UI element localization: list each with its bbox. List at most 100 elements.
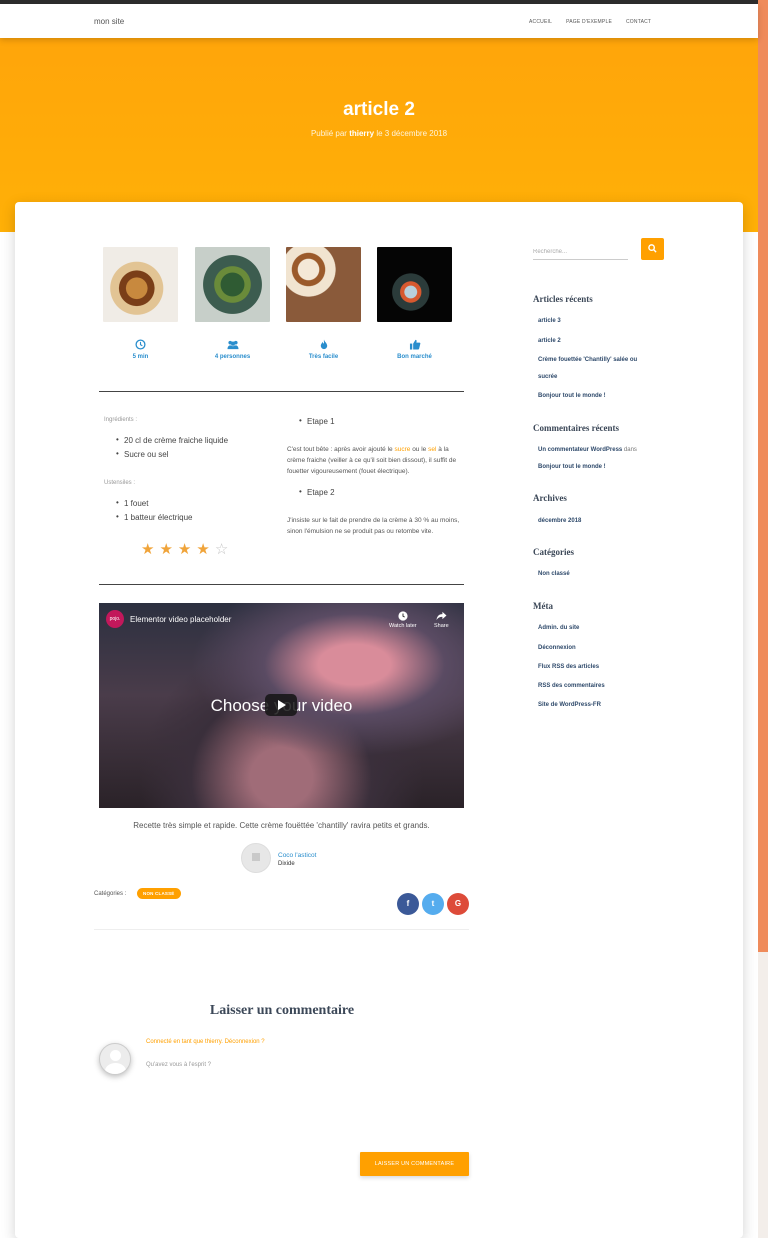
category-link[interactable]: Non classé	[538, 571, 570, 577]
author-avatar[interactable]	[241, 843, 271, 873]
recipe-difficulty-label: Très facile	[308, 354, 339, 360]
step-1-title: Etape 1	[295, 416, 335, 426]
page-scrollbar-track	[758, 952, 768, 1238]
list-item: 1 batteur électrique	[112, 512, 292, 522]
recent-post-link[interactable]: sucrée	[538, 374, 557, 380]
comment-textarea[interactable]: Qu'avez vous à l'esprit ?	[146, 1062, 211, 1068]
recent-comment-author[interactable]: Un commentateur WordPress	[538, 447, 622, 453]
categories-title: Catégories	[533, 547, 574, 557]
recent-post-link[interactable]: article 3	[538, 318, 561, 324]
star-filled-icon[interactable]: ★	[178, 542, 191, 557]
recent-posts-title: Articles récents	[533, 294, 593, 304]
post-author-link[interactable]: thierry	[349, 129, 374, 138]
star-filled-icon[interactable]: ★	[141, 542, 154, 557]
list-item: Sucre ou sel	[112, 449, 292, 459]
post-meta-prefix: Publié par	[310, 129, 347, 138]
nav-item-contact[interactable]: CONTACT	[626, 19, 651, 25]
meta-link[interactable]: Flux RSS des articles	[538, 664, 599, 670]
recipe-image-table	[286, 247, 361, 322]
ingredients-list: 20 cl de crème fraiche liquide Sucre ou …	[112, 435, 292, 464]
recipe-rating[interactable]: ★ ★ ★ ★ ☆	[141, 542, 228, 557]
page-scrollbar[interactable]	[758, 0, 768, 952]
author-subtitle: Dixide	[278, 861, 295, 867]
nav-item-accueil[interactable]: ACCUEIL	[529, 19, 552, 25]
step-2-title: Etape 2	[295, 487, 335, 497]
step-text-part: ou le	[410, 446, 429, 453]
list-item: 1 fouet	[112, 498, 292, 508]
section-divider	[94, 929, 469, 930]
post-date: le 3 décembre 2018	[376, 129, 448, 138]
recipe-image-salad	[195, 247, 270, 322]
google-share-button[interactable]: G	[447, 893, 469, 915]
recent-comments-title: Commentaires récents	[533, 423, 620, 433]
logged-in-link[interactable]: Connecté en tant que thierry. Déconnexio…	[146, 1039, 265, 1045]
site-brand[interactable]: mon site	[94, 17, 124, 26]
commenter-avatar	[99, 1043, 131, 1075]
recipe-servings-label: 4 personnes	[214, 354, 251, 360]
steps-list-1: Etape 1	[295, 416, 335, 431]
meta-link[interactable]: RSS des commentaires	[538, 683, 605, 689]
archives-title: Archives	[533, 493, 567, 503]
recipe-servings: 4 personnes	[195, 339, 270, 360]
highlight-sucre[interactable]: sucre	[394, 446, 410, 453]
recent-post-link[interactable]: Crème fouettée 'Chantilly' salée ou	[538, 357, 637, 363]
star-empty-icon[interactable]: ☆	[215, 542, 228, 557]
watch-later-button[interactable]: Watch later	[389, 611, 417, 629]
recent-comment-post[interactable]: Bonjour tout le monde !	[538, 464, 606, 470]
meta-link[interactable]: Admin. du site	[538, 625, 579, 631]
nav-item-page-exemple[interactable]: PAGE D'EXEMPLE	[566, 19, 612, 25]
star-filled-icon[interactable]: ★	[196, 542, 209, 557]
video-title[interactable]: Elementor video placeholder	[130, 615, 231, 624]
recent-post-link[interactable]: Bonjour tout le monde !	[538, 393, 606, 399]
recent-comment-in: dans	[623, 447, 637, 453]
author-name-link[interactable]: Coco l'asticot	[278, 852, 316, 859]
clock-icon	[135, 339, 146, 350]
list-item: 20 cl de crème fraiche liquide	[112, 435, 292, 445]
steps-list-2: Etape 2	[295, 487, 335, 502]
twitter-share-button[interactable]: t	[422, 893, 444, 915]
step-1-text: C'est tout bête : après avoir ajouté le …	[287, 444, 465, 477]
share-video-label: Share	[434, 623, 449, 629]
categories-label: Catégories :	[94, 891, 127, 897]
recipe-cost-label: Bon marché	[397, 354, 432, 360]
search-button[interactable]	[641, 238, 664, 260]
recipe-difficulty: Très facile	[286, 339, 361, 360]
watch-later-label: Watch later	[389, 623, 417, 629]
top-navbar: mon site ACCUEIL PAGE D'EXEMPLE CONTACT	[0, 4, 758, 38]
search-input[interactable]	[533, 245, 628, 260]
recent-post-link[interactable]: article 2	[538, 338, 561, 344]
play-icon[interactable]	[265, 694, 297, 716]
archive-link[interactable]: décembre 2018	[538, 518, 581, 524]
meta-title: Méta	[533, 601, 553, 611]
share-video-button[interactable]: Share	[434, 611, 449, 629]
submit-comment-button[interactable]: LAISSER UN COMMENTAIRE	[360, 1152, 469, 1176]
section-divider	[99, 391, 464, 392]
main-menu: ACCUEIL PAGE D'EXEMPLE CONTACT	[529, 19, 651, 25]
recipe-time: 5 min	[103, 339, 178, 360]
users-icon	[227, 340, 238, 350]
category-badge[interactable]: NON CLASSÉ	[137, 888, 181, 899]
recipe-time-label: 5 min	[132, 354, 149, 360]
recent-comment-item: Un commentateur WordPress dans	[538, 447, 637, 453]
section-divider	[99, 584, 464, 585]
comment-heading: Laisser un commentaire	[209, 1003, 355, 1018]
search-icon	[648, 244, 657, 253]
step-text-part: C'est tout bête : après avoir ajouté le	[287, 446, 395, 453]
step-2-text: J'insiste sur le fait de prendre de la c…	[287, 517, 460, 535]
video-player[interactable]: pojo. Elementor video placeholder Watch …	[99, 603, 464, 808]
meta-link[interactable]: Site de WordPress-FR	[538, 702, 601, 708]
ustensiles-label: Ustensiles :	[104, 480, 136, 486]
flame-icon	[320, 339, 327, 350]
video-channel-logo[interactable]: pojo.	[106, 610, 124, 628]
meta-link[interactable]: Déconnexion	[538, 645, 576, 651]
recipe-image-wrap	[103, 247, 178, 322]
content-card: 5 min 4 personnes Très facile Bon marché…	[15, 202, 743, 1238]
ustensiles-list: 1 fouet 1 batteur électrique	[112, 498, 292, 527]
ingredients-label: Ingrédients :	[104, 417, 138, 423]
star-filled-icon[interactable]: ★	[159, 542, 172, 557]
share-arrow-icon	[436, 611, 447, 621]
facebook-share-button[interactable]: f	[397, 893, 419, 915]
page-title: article 2	[343, 99, 415, 120]
clock-icon	[398, 611, 408, 621]
post-caption: Recette très simple et rapide. Cette crè…	[133, 821, 430, 830]
